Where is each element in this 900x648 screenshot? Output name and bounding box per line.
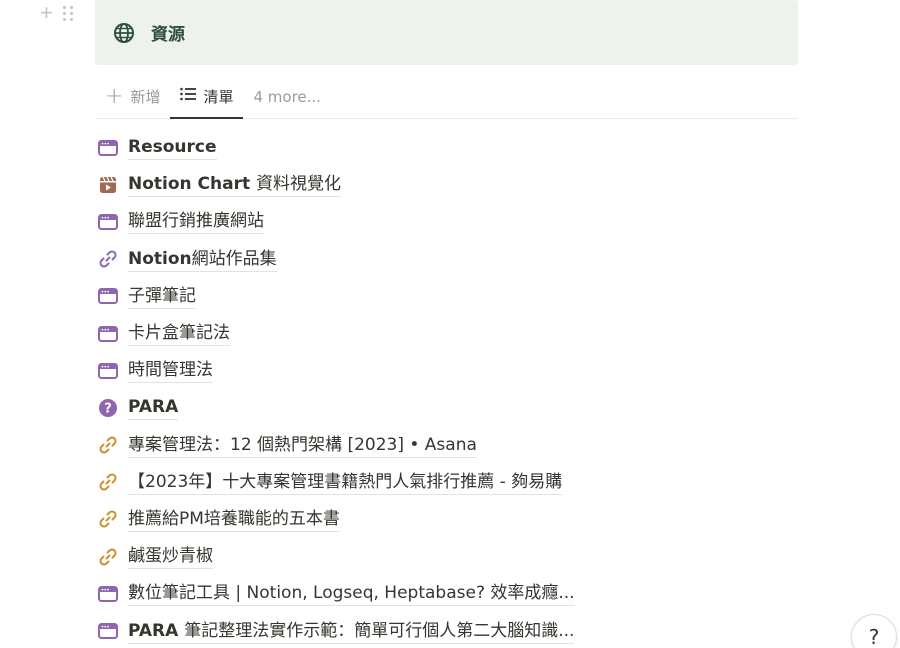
tab-more-label: 4 more... xyxy=(253,87,321,106)
clapperboard-icon xyxy=(97,174,119,196)
list-item[interactable]: PARA 筆記整理法實作示範：簡單可行個人第二大腦知識... xyxy=(97,612,575,648)
list-item-label[interactable]: 【2023年】十大專案管理書籍熱門人氣排行推薦 - 夠易購 xyxy=(128,470,563,495)
link-icon xyxy=(97,471,119,493)
list-item[interactable]: 【2023年】十大專案管理書籍熱門人氣排行推薦 - 夠易購 xyxy=(97,464,575,501)
list-item-label[interactable]: PARA 筆記整理法實作示範：簡單可行個人第二大腦知識... xyxy=(128,619,575,644)
list-item-label-bold: PARA xyxy=(128,397,179,418)
list-item-label-bold: Resource xyxy=(128,137,217,158)
list-item-label-text: 子彈筆記 xyxy=(128,285,196,306)
list-item-label[interactable]: 聯盟行銷推廣網站 xyxy=(128,209,264,235)
view-tab-bar: + 新增 清單 4 more... xyxy=(95,75,798,119)
globe-icon xyxy=(112,21,136,45)
link-icon xyxy=(97,248,119,270)
add-block-icon[interactable]: + xyxy=(40,2,53,24)
question-icon: ? xyxy=(97,397,119,419)
browser-window-icon xyxy=(97,323,119,345)
list-item-label[interactable]: Notion Chart 資料視覺化 xyxy=(128,172,342,198)
list-item-label-text: 推薦給PM培養職能的五本書 xyxy=(128,508,340,529)
tab-more[interactable]: 4 more... xyxy=(243,75,330,118)
browser-window-icon xyxy=(97,285,119,307)
drag-handle-icon[interactable] xyxy=(62,5,74,21)
list-item-label[interactable]: 子彈筆記 xyxy=(128,284,196,309)
list-item[interactable]: Resource xyxy=(97,129,575,166)
tab-list[interactable]: 清單 xyxy=(170,75,244,119)
list-item-label-text: 筆記整理法實作示範：簡單可行個人第二大腦知識... xyxy=(184,620,575,641)
list-item[interactable]: 時間管理法 xyxy=(97,352,575,389)
callout-header: 資源 xyxy=(95,0,798,65)
browser-window-icon xyxy=(97,620,119,642)
list-item-label[interactable]: Notion網站作品集 xyxy=(128,247,277,272)
list-item-label[interactable]: 推薦給PM培養職能的五本書 xyxy=(128,507,340,532)
list-item-label-text: 鹹蛋炒青椒 xyxy=(128,546,213,567)
link-icon xyxy=(97,546,119,568)
list-item-label[interactable]: 數位筆記工具 | Notion, Logseq, Heptabase? 效率成癮… xyxy=(128,581,575,607)
list-item-label-text: 【2023年】十大專案管理書籍熱門人氣排行推薦 - 夠易購 xyxy=(128,471,563,492)
list-item-label[interactable]: 專案管理法：12 個熱門架構 [2023] • Asana xyxy=(128,433,477,458)
list-item-label-text: 聯盟行銷推廣網站 xyxy=(128,211,264,232)
list-item-label[interactable]: PARA xyxy=(128,395,179,421)
page: + 資源 + 新增 清單 4 more... Resource Notion C… xyxy=(0,0,900,648)
list-item-label[interactable]: Resource xyxy=(128,135,217,161)
tab-list-label: 清單 xyxy=(203,87,234,106)
list-item[interactable]: 卡片盒筆記法 xyxy=(97,315,575,352)
svg-text:?: ? xyxy=(104,401,112,416)
list-item-label[interactable]: 鹹蛋炒青椒 xyxy=(128,544,213,570)
list-item-label-text: 數位筆記工具 | Notion, Logseq, Heptabase? 效率成癮… xyxy=(128,583,575,604)
resource-list: Resource Notion Chart 資料視覺化聯盟行銷推廣網站 Notion… xyxy=(97,129,575,648)
browser-window-icon xyxy=(97,583,119,605)
link-icon xyxy=(97,508,119,530)
list-item[interactable]: 專案管理法：12 個熱門架構 [2023] • Asana xyxy=(97,427,575,464)
list-item[interactable]: Notion網站作品集 xyxy=(97,241,575,278)
list-item-label-text: 卡片盒筆記法 xyxy=(128,323,230,344)
tab-new[interactable]: + 新增 xyxy=(95,75,170,118)
list-item-label-text: 網站作品集 xyxy=(191,248,277,269)
browser-window-icon xyxy=(97,211,119,233)
list-item[interactable]: Notion Chart 資料視覺化 xyxy=(97,166,575,203)
list-item-label-text: 時間管理法 xyxy=(128,360,213,381)
list-item[interactable]: 推薦給PM培養職能的五本書 xyxy=(97,501,575,538)
block-handle: + xyxy=(40,2,74,24)
list-item[interactable]: ? PARA xyxy=(97,389,575,426)
list-icon xyxy=(180,87,197,105)
link-icon xyxy=(97,434,119,456)
list-item[interactable]: 子彈筆記 xyxy=(97,278,575,315)
list-item-label[interactable]: 時間管理法 xyxy=(128,358,213,384)
tab-new-label: 新增 xyxy=(130,88,161,106)
list-item[interactable]: 聯盟行銷推廣網站 xyxy=(97,203,575,240)
list-item-label-text: 專案管理法：12 個熱門架構 [2023] • Asana xyxy=(128,434,477,455)
list-item[interactable]: 鹹蛋炒青椒 xyxy=(97,538,575,575)
list-item-label-text: 資料視覺化 xyxy=(256,174,342,195)
list-item-label-bold: Notion xyxy=(128,248,192,269)
plus-icon: + xyxy=(105,83,124,109)
list-item[interactable]: 數位筆記工具 | Notion, Logseq, Heptabase? 效率成癮… xyxy=(97,575,575,612)
help-label: ? xyxy=(868,625,880,648)
page-title: 資源 xyxy=(151,25,185,45)
list-item-label-bold: Notion Chart xyxy=(128,174,257,195)
browser-window-icon xyxy=(97,137,119,159)
help-button[interactable]: ? xyxy=(851,614,897,648)
list-item-label-bold: PARA xyxy=(128,620,185,641)
browser-window-icon xyxy=(97,360,119,382)
list-item-label[interactable]: 卡片盒筆記法 xyxy=(128,321,230,347)
